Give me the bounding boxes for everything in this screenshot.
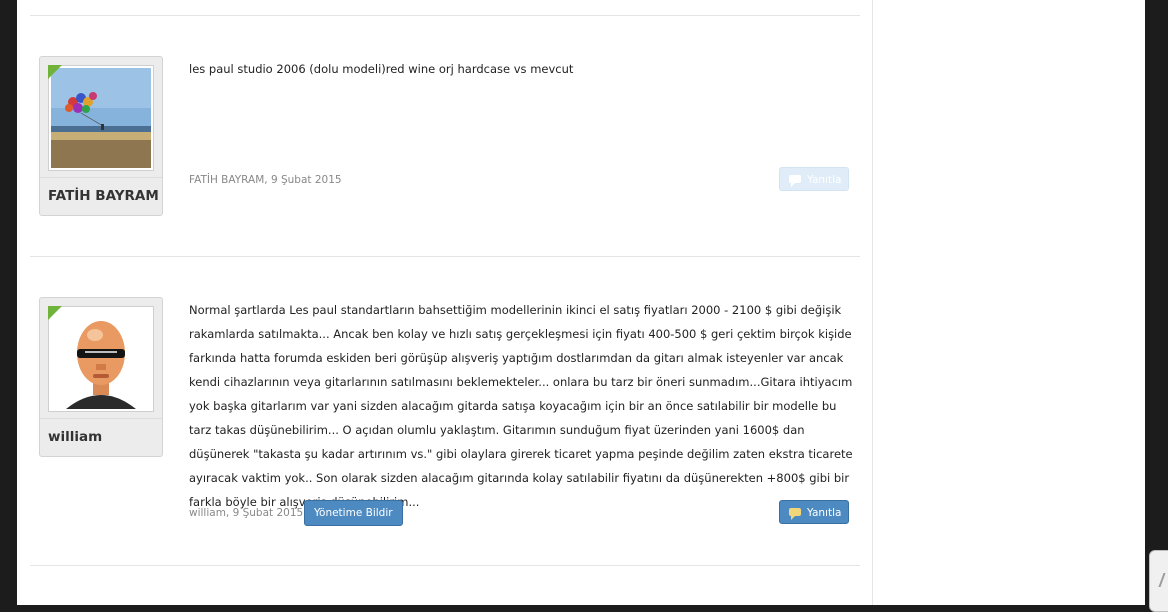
post-meta[interactable]: william, 9 Şubat 2015 [189, 507, 303, 519]
report-button[interactable]: Yönetime Bildir [304, 500, 403, 526]
reply-button[interactable]: Yanıtla [779, 167, 849, 191]
speech-bubble-icon [789, 508, 801, 520]
avatar[interactable] [48, 306, 154, 412]
post-message: les paul studio 2006 (dolu modeli)red wi… [189, 62, 574, 76]
page: FATİH BAYRAM les paul studio 2006 (dolu … [17, 0, 1145, 605]
scroll-handle[interactable] [1149, 550, 1168, 612]
online-badge-icon [48, 306, 62, 320]
speech-bubble-icon [789, 175, 801, 187]
user-card[interactable]: william [39, 297, 163, 457]
post-divider [30, 256, 860, 257]
reply-button[interactable]: Yanıtla [779, 500, 849, 524]
thread-content: FATİH BAYRAM les paul studio 2006 (dolu … [17, 0, 872, 605]
username[interactable]: FATİH BAYRAM [40, 177, 162, 215]
post-divider [30, 565, 860, 566]
avatar[interactable] [48, 65, 154, 171]
reply-label: Yanıtla [807, 507, 842, 519]
balloons-photo [51, 68, 151, 168]
post-message: Normal şartlarda Les paul standartların … [189, 303, 853, 509]
online-badge-icon [48, 65, 62, 79]
sidebar [872, 0, 1145, 605]
user-card[interactable]: FATİH BAYRAM [39, 56, 163, 216]
resize-grip-icon [1158, 573, 1168, 587]
post-divider [30, 15, 860, 16]
post-meta[interactable]: FATİH BAYRAM, 9 Şubat 2015 [189, 174, 342, 186]
reply-label: Yanıtla [807, 174, 842, 186]
bald-man-sunglasses-photo [51, 309, 151, 409]
username[interactable]: william [40, 418, 162, 456]
